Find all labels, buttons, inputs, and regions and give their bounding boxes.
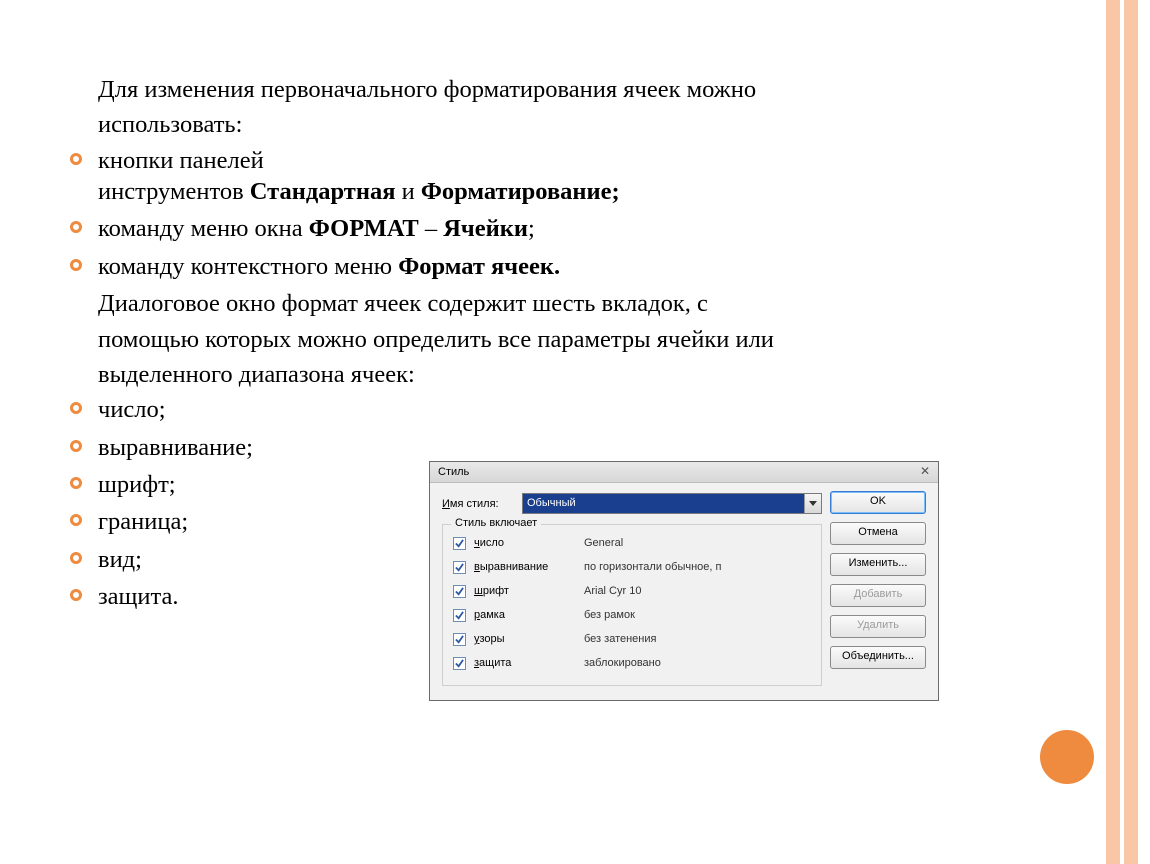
dialog-titlebar[interactable]: Стиль ✕: [430, 462, 938, 483]
bold: ФОРМАТ: [309, 215, 419, 242]
checkbox[interactable]: [453, 633, 466, 646]
check-label: рамка: [474, 609, 576, 621]
mid-line-1: Диалоговое окно формат ячеек содержит ше…: [98, 288, 1078, 319]
bullet-a-1: кнопки панелей инструментов Стандартная …: [68, 145, 1078, 208]
mid-line-2: помощью которых можно определить все пар…: [98, 324, 1078, 355]
dialog-button-column: OK Отмена Изменить... Добавить Удалить О…: [830, 491, 926, 669]
text: инструментов: [98, 178, 250, 205]
check-label: защита: [474, 657, 576, 669]
style-dialog: Стиль ✕ Имя стиля: Обычный Стиль включае…: [430, 462, 938, 700]
check-value: без затенения: [584, 633, 656, 645]
dialog-title: Стиль: [438, 466, 469, 478]
cancel-button[interactable]: Отмена: [830, 522, 926, 545]
bold: Стандартная: [250, 178, 396, 205]
chevron-down-icon[interactable]: [804, 494, 821, 513]
check-label: число: [474, 537, 576, 549]
modify-button[interactable]: Изменить...: [830, 553, 926, 576]
checkbox[interactable]: [453, 537, 466, 550]
text: –: [419, 215, 444, 242]
intro-line-2: использовать:: [98, 109, 1078, 140]
group-row-3: рамка без рамок: [453, 603, 811, 627]
bold: Форматирование;: [421, 178, 620, 205]
text: и: [395, 178, 420, 205]
check-value: Arial Cyr 10: [584, 585, 641, 597]
check-label: узоры: [474, 633, 576, 645]
checkbox[interactable]: [453, 657, 466, 670]
delete-button[interactable]: Удалить: [830, 615, 926, 638]
checkbox[interactable]: [453, 609, 466, 622]
group-legend: Стиль включает: [451, 517, 541, 529]
check-value: заблокировано: [584, 657, 661, 669]
group-row-0: число General: [453, 531, 811, 555]
merge-button[interactable]: Объединить...: [830, 646, 926, 669]
checkbox[interactable]: [453, 561, 466, 574]
bold: Формат ячеек.: [398, 253, 560, 280]
check-value: по горизонтали обычное, п: [584, 561, 721, 573]
dialog-body: Имя стиля: Обычный Стиль включает число …: [430, 483, 938, 700]
bullet-a-3: команду контекстного меню Формат ячеек.: [68, 251, 1078, 282]
bold: Ячейки: [443, 215, 528, 242]
decor-stripe-outer: [1124, 0, 1138, 864]
text: команду меню окна: [98, 215, 309, 242]
bullet-list-a: кнопки панелей инструментов Стандартная …: [68, 145, 1078, 282]
bullet-b-0: число;: [68, 394, 1078, 425]
group-row-4: узоры без затенения: [453, 627, 811, 651]
checkbox[interactable]: [453, 585, 466, 598]
bullet-a-2: команду меню окна ФОРМАТ – Ячейки;: [68, 213, 1078, 244]
add-button[interactable]: Добавить: [830, 584, 926, 607]
text: ;: [528, 215, 535, 242]
close-icon[interactable]: ✕: [918, 465, 932, 479]
style-name-label: Имя стиля:: [442, 498, 514, 510]
style-name-combobox[interactable]: Обычный: [522, 493, 822, 514]
style-name-row: Имя стиля: Обычный: [442, 493, 822, 514]
intro-line-1: Для изменения первоначального форматиров…: [98, 74, 1078, 105]
slide: Для изменения первоначального форматиров…: [0, 0, 1150, 864]
dialog-left-column: Имя стиля: Обычный Стиль включает число …: [442, 493, 822, 686]
group-row-1: выравнивание по горизонтали обычное, п: [453, 555, 811, 579]
style-name-value: Обычный: [523, 494, 804, 513]
decor-circle: [1040, 730, 1094, 784]
text: команду контекстного меню: [98, 253, 398, 280]
check-value: General: [584, 537, 623, 549]
bullet-b-1: выравнивание;: [68, 432, 1078, 463]
style-includes-group: Стиль включает число General выравнивани…: [442, 524, 822, 686]
decor-stripe-inner: [1106, 0, 1120, 864]
text: кнопки панелей: [98, 147, 264, 174]
mid-line-3: выделенного диапазона ячеек:: [98, 359, 1078, 390]
group-row-2: шрифт Arial Cyr 10: [453, 579, 811, 603]
check-label: выравнивание: [474, 561, 576, 573]
check-label: шрифт: [474, 585, 576, 597]
ok-button[interactable]: OK: [830, 491, 926, 514]
check-value: без рамок: [584, 609, 635, 621]
group-row-5: защита заблокировано: [453, 651, 811, 675]
